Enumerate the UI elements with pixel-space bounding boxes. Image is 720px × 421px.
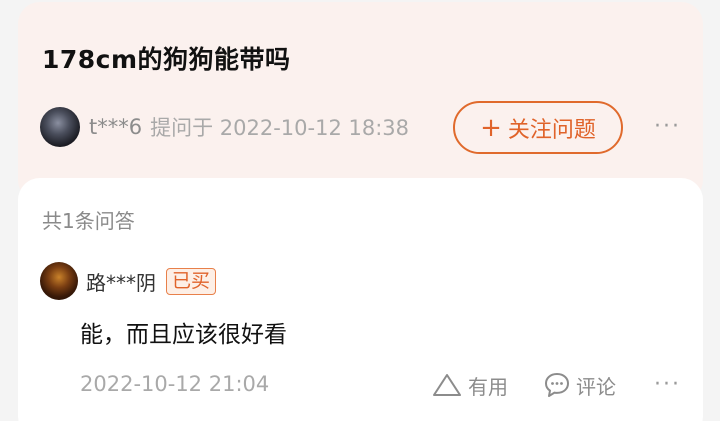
- answerer-name[interactable]: 路***阴: [86, 267, 156, 296]
- answer-text: 能，而且应该很好看: [80, 322, 287, 348]
- answer-time: 2022-10-12 21:04: [80, 372, 270, 396]
- bought-badge: 已买: [166, 267, 217, 295]
- question-title: 178cm的狗狗能带吗: [42, 45, 291, 74]
- question-more-icon[interactable]: ···: [654, 116, 681, 138]
- triangle-useful-icon: [433, 374, 461, 396]
- chat-bubble-icon: [545, 373, 569, 397]
- plus-icon: +: [480, 112, 502, 143]
- follow-question-label: 关注问题: [507, 117, 596, 143]
- asker-name[interactable]: t***6: [89, 115, 142, 139]
- comment-label: 评论: [576, 374, 616, 399]
- answer-more-icon[interactable]: ···: [654, 374, 681, 396]
- question-time: 提问于 2022-10-12 18:38: [150, 116, 410, 140]
- useful-button[interactable]: 有用: [431, 368, 508, 402]
- qa-page: 178cm的狗狗能带吗 t***6 提问于 2022-10-12 18:38 +…: [0, 0, 720, 421]
- follow-question-button[interactable]: + 关注问题: [453, 101, 623, 154]
- asker-avatar[interactable]: [40, 107, 80, 147]
- useful-label: 有用: [468, 374, 508, 399]
- answer-count: 共1条问答: [42, 209, 135, 233]
- answerer-avatar[interactable]: [40, 262, 78, 300]
- question-meta: t***6 提问于 2022-10-12 18:38: [40, 107, 409, 147]
- answer-header: 路***阴 已买: [40, 262, 217, 300]
- comment-button[interactable]: 评论: [543, 368, 616, 402]
